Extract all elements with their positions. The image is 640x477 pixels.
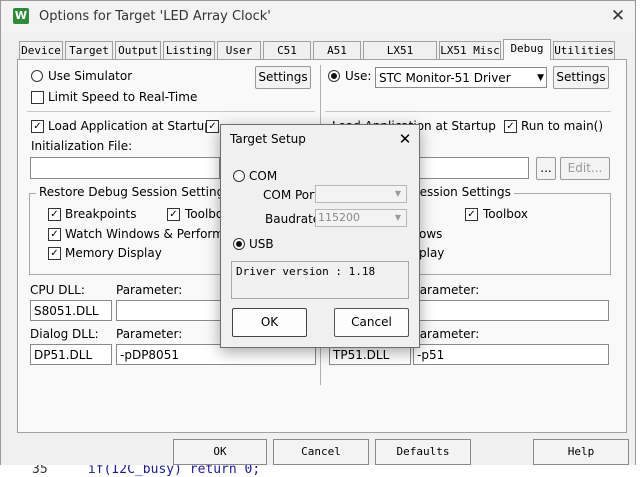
title-bar: W Options for Target 'LED Array Clock' ✕ [1,1,635,33]
target-setup-dialog: Target Setup ✕ COM COM Port ▼ Baudrate 1… [220,124,420,348]
dialog-ok-button[interactable]: OK [232,308,307,337]
cpu-parameter-label: Parameter: [116,283,183,297]
use-simulator-label: Use Simulator [48,69,133,83]
ok-button[interactable]: OK [173,439,267,465]
defaults-button[interactable]: Defaults [375,439,471,465]
cancel-button[interactable]: Cancel [273,439,369,465]
breakpoints-checkbox[interactable]: ✓ [48,208,61,221]
chevron-down-icon: ▼ [394,189,402,198]
com-port-select[interactable]: ▼ [315,185,407,203]
cpu-parameter-input-right[interactable] [413,300,609,321]
chevron-down-icon: ▼ [394,213,402,222]
baudrate-select[interactable]: 115200 ▼ [315,209,407,227]
dialog-parameter-label-right: Parameter: [413,327,480,341]
browse-button[interactable]: ... [536,157,556,180]
run-to-main-checkbox[interactable]: ✓ [504,120,517,133]
line-number: 35 [32,465,48,477]
toolbox-checkbox-right[interactable]: ✓ [465,208,478,221]
dialog-parameter-label: Parameter: [116,327,183,341]
driver-settings-button[interactable]: Settings [553,66,609,89]
tab-listing[interactable]: Listing [163,41,215,59]
cpu-dll-label: CPU DLL: [30,283,85,297]
app-icon: W [13,8,29,24]
tab-c51[interactable]: C51 [263,41,311,59]
restore-session-title-right: Session Settings [409,185,514,199]
restore-session-title: Restore Debug Session Settings [36,185,234,199]
driver-select[interactable]: STC Monitor-51 Driver ▼ [375,67,547,88]
window-title: Options for Target 'LED Array Clock' [39,9,271,24]
com-label: COM [249,169,278,183]
baudrate-value: 115200 [318,211,360,224]
chevron-down-icon: ▼ [537,73,544,83]
close-icon[interactable]: ✕ [607,5,629,27]
toolbox-label-right: Toolbox [483,207,528,221]
driver-select-value: STC Monitor-51 Driver [379,71,511,85]
com-port-label: COM Port [263,188,319,202]
tab-a51[interactable]: A51 [313,41,361,59]
code-text: if(I2C_busy) return 0; [88,465,261,477]
tab-debug[interactable]: Debug [503,39,551,60]
breakpoints-label: Breakpoints [65,207,137,221]
watch-windows-checkbox[interactable]: ✓ [48,228,61,241]
toolbox-checkbox[interactable]: ✓ [167,208,180,221]
use-simulator-radio[interactable] [31,70,43,82]
load-app-checkbox[interactable]: ✓ [31,120,44,133]
limit-speed-label: Limit Speed to Real-Time [48,90,198,104]
usb-radio[interactable] [233,238,245,250]
init-file-input[interactable] [30,157,220,179]
dialog-parameter-input-right[interactable]: -p51 [413,344,609,365]
use-driver-radio[interactable] [328,70,340,82]
com-radio[interactable] [233,170,245,182]
run-to-main-checkbox-left[interactable]: ✓ [206,120,219,133]
close-icon[interactable]: ✕ [395,129,415,149]
edit-button[interactable]: Edit... [560,157,610,180]
dialog-cancel-button[interactable]: Cancel [334,308,409,337]
help-button[interactable]: Help [533,439,629,465]
load-app-label: Load Application at Startup [48,119,212,133]
memory-display-checkbox[interactable]: ✓ [48,247,61,260]
tab-user[interactable]: User [217,41,261,59]
simulator-settings-button[interactable]: Settings [255,66,311,89]
separator [27,111,315,112]
watch-windows-label-right: ows [419,227,443,241]
dialog-dll-input[interactable]: DP51.DLL [30,344,112,365]
dialog-title: Target Setup [230,132,306,146]
dialog-dll-label: Dialog DLL: [30,327,99,341]
init-file-label: Initialization File: [31,139,133,153]
tab-output[interactable]: Output [115,41,161,59]
separator [325,111,611,112]
tab-lx51-locate[interactable]: LX51 Locate [363,41,437,74]
tab-target[interactable]: Target [65,41,113,59]
tab-lx51-misc[interactable]: LX51 Misc [439,41,501,59]
tab-device[interactable]: Device [19,41,63,59]
baudrate-label: Baudrate [265,212,321,226]
memory-display-label: Memory Display [65,246,162,260]
limit-speed-checkbox[interactable] [31,91,44,104]
code-editor-strip: 35 if(I2C_busy) return 0; [0,465,640,477]
driver-version-box: Driver version : 1.18 [231,261,409,299]
usb-label: USB [249,237,274,251]
tab-utilities[interactable]: Utilities [553,41,615,59]
cpu-parameter-label-right: Parameter: [413,283,480,297]
run-to-main-label: Run to main() [521,119,604,133]
use-label: Use: [345,69,372,83]
driver-version-text: Driver version : 1.18 [236,265,376,278]
memory-display-label-right: play [419,246,445,260]
cpu-dll-input[interactable]: S8051.DLL [30,300,112,321]
